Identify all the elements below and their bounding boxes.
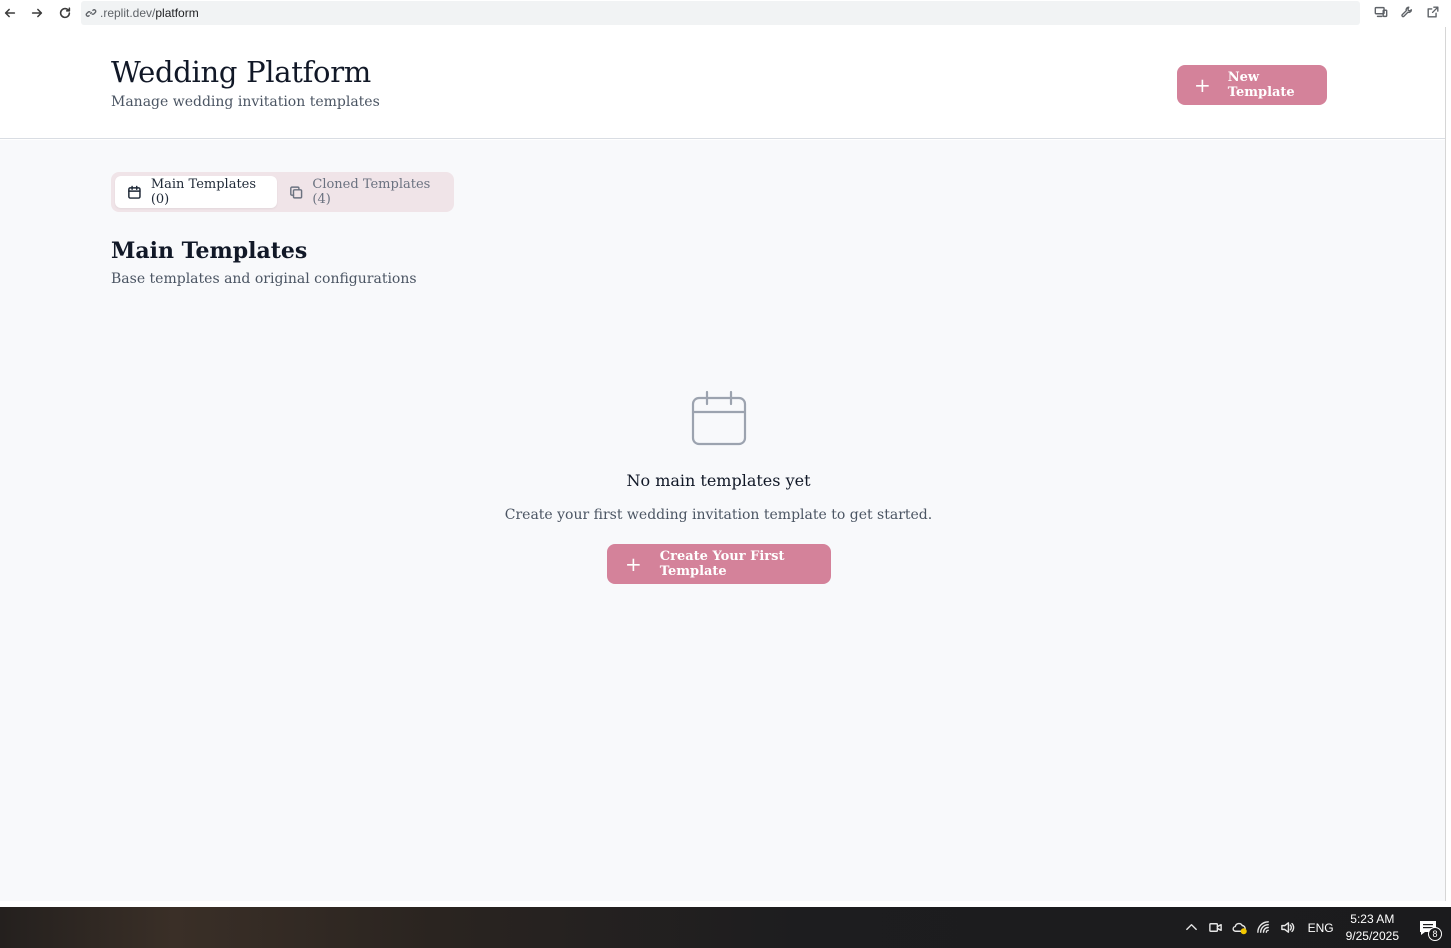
tab-main-templates-label: Main Templates (0) <box>150 177 257 207</box>
copy-icon <box>290 185 303 199</box>
window-edge <box>1445 27 1451 901</box>
create-first-template-button[interactable]: + Create Your First Template <box>607 544 831 584</box>
forward-button[interactable] <box>27 3 47 23</box>
calendar-icon <box>128 185 141 199</box>
arrow-right-icon <box>31 8 43 18</box>
calendar-icon <box>691 390 747 446</box>
empty-state-title: No main templates yet <box>626 471 811 490</box>
tab-cloned-templates-label: Cloned Templates (4) <box>312 177 431 207</box>
system-tray: ENG 5:23 AM 9/25/2025 8 <box>1180 907 1451 948</box>
empty-state-description: Create your first wedding invitation tem… <box>504 507 933 523</box>
video-icon <box>1209 923 1222 932</box>
taskbar: ENG 5:23 AM 9/25/2025 8 <box>0 907 1451 948</box>
reload-button[interactable] <box>55 3 75 23</box>
arrow-left-icon <box>4 8 16 18</box>
link-icon <box>85 9 97 17</box>
cloud-warning-icon <box>1232 922 1247 935</box>
app-header: Wedding Platform Manage wedding invitati… <box>0 31 1445 139</box>
create-first-template-label: Create Your First Template <box>659 549 785 579</box>
back-button[interactable] <box>0 3 20 23</box>
open-new-tab-button[interactable] <box>1425 4 1441 20</box>
main-content: Main Templates (0) Cloned Templates (4) … <box>0 140 1445 901</box>
network-button[interactable] <box>1252 916 1276 940</box>
meet-now-button[interactable] <box>1204 916 1228 940</box>
clock[interactable]: 5:23 AM 9/25/2025 <box>1346 911 1399 945</box>
browser-toolbar: .replit.dev/platform <box>0 0 1451 27</box>
devices-icon <box>1374 6 1388 18</box>
reload-icon <box>59 7 71 19</box>
new-template-label: New Template <box>1227 70 1295 100</box>
page-subtitle: Manage wedding invitation templates <box>111 94 380 110</box>
speaker-icon <box>1281 922 1295 933</box>
plus-icon: + <box>625 552 642 576</box>
address-bar[interactable]: .replit.dev/platform <box>81 1 1360 25</box>
page-title: Wedding Platform <box>111 55 371 89</box>
empty-state-calendar-icon <box>687 388 751 452</box>
section-title: Main Templates <box>111 238 308 264</box>
wifi-icon <box>1257 921 1269 933</box>
clock-date: 9/25/2025 <box>1345 928 1399 943</box>
clock-time: 5:23 AM <box>1350 911 1395 926</box>
plus-icon: + <box>1194 73 1211 97</box>
tab-main-templates[interactable]: Main Templates (0) <box>115 176 277 208</box>
volume-button[interactable] <box>1276 916 1300 940</box>
template-tabs: Main Templates (0) Cloned Templates (4) <box>111 172 454 212</box>
section-subtitle: Base templates and original configuratio… <box>111 271 417 287</box>
tab-cloned-templates[interactable]: Cloned Templates (4) <box>287 176 447 208</box>
wrench-icon <box>1401 6 1413 18</box>
tools-button[interactable] <box>1399 4 1415 20</box>
notification-count-badge: 8 <box>1428 926 1442 941</box>
language-indicator[interactable]: ENG <box>1308 921 1334 935</box>
chevron-up-icon <box>1186 923 1197 931</box>
devices-button[interactable] <box>1373 4 1389 20</box>
onedrive-button[interactable] <box>1228 916 1252 940</box>
url-text: .replit.dev/platform <box>100 6 199 20</box>
notifications-button[interactable]: 8 <box>1413 913 1443 943</box>
external-link-icon <box>1427 6 1439 18</box>
new-template-button[interactable]: + New Template <box>1177 65 1327 105</box>
show-hidden-icons-button[interactable] <box>1180 916 1204 940</box>
